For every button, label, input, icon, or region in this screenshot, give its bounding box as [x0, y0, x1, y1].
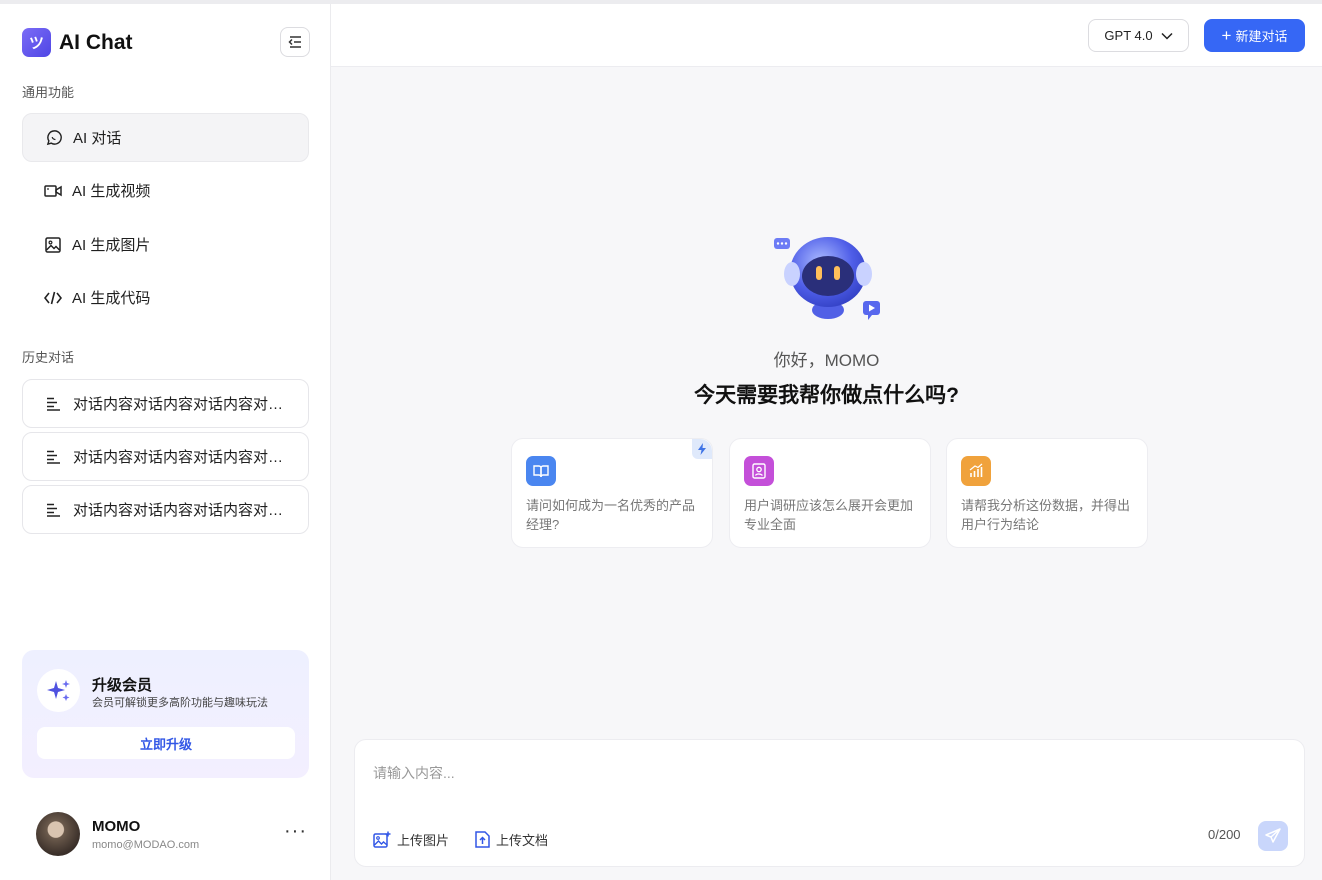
character-counter: 0/200	[1208, 827, 1241, 842]
user-email: momo@MODAO.com	[92, 838, 200, 851]
message-composer: 上传图片 上传文档 0/200	[354, 739, 1305, 867]
avatar	[36, 812, 80, 856]
upgrade-now-button[interactable]: 立即升级	[37, 727, 295, 759]
file-upload-icon	[475, 831, 490, 848]
suggestion-text: 请问如何成为一名优秀的产品经理?	[526, 498, 696, 532]
upload-image-button[interactable]: 上传图片	[373, 830, 449, 849]
sidebar-item-ai-image[interactable]: AI 生成图片	[22, 220, 309, 269]
model-select-value: GPT 4.0	[1104, 28, 1153, 43]
suggestion-card[interactable]: 请问如何成为一名优秀的产品经理?	[511, 438, 713, 548]
section-label-history: 历史对话	[22, 350, 75, 365]
suggestion-text: 用户调研应该怎么展开会更加专业全面	[744, 498, 914, 532]
upload-image-label: 上传图片	[397, 833, 450, 848]
more-options-button[interactable]: ···	[284, 821, 307, 841]
collapse-sidebar-button[interactable]	[280, 27, 310, 57]
history-item-label: 对话内容对话内容对话内容对话内容对话内容	[73, 502, 295, 519]
history-item[interactable]: 对话内容对话内容对话内容对话内容对话内容	[22, 485, 309, 534]
brand: ツ AI Chat	[22, 28, 133, 57]
top-header: GPT 4.0 + 新建对话	[331, 4, 1322, 67]
chevron-down-icon	[1161, 32, 1173, 40]
sidebar-item-label: AI 对话	[73, 130, 122, 147]
image-upload-icon	[373, 831, 391, 848]
send-button[interactable]	[1258, 821, 1288, 851]
user-profile[interactable]: MOMO momo@MODAO.com	[36, 812, 199, 856]
collapse-menu-icon	[288, 36, 301, 48]
plus-icon: +	[1221, 26, 1232, 45]
sparkle-icon	[37, 669, 80, 712]
user-name: MOMO	[92, 817, 141, 835]
image-icon	[44, 236, 62, 254]
history-item-label: 对话内容对话内容对话内容对话内容对话内容	[73, 396, 295, 413]
greeting-text: 你好，MOMO	[773, 351, 880, 370]
text-lines-icon	[45, 501, 63, 519]
history-item[interactable]: 对话内容对话内容对话内容对话内容对话内容	[22, 379, 309, 428]
upload-document-label: 上传文档	[496, 833, 549, 848]
message-input[interactable]	[373, 760, 1273, 786]
sidebar-item-ai-chat[interactable]: AI 对话	[22, 113, 309, 162]
welcome-question: 今天需要我帮你做点什么吗?	[694, 384, 959, 407]
upload-document-button[interactable]: 上传文档	[475, 830, 548, 849]
sidebar: ツ AI Chat 通用功能 AI 对话 AI 生成视频 AI 生成图片 AI	[0, 4, 331, 880]
bar-chart-icon	[961, 456, 991, 486]
sidebar-item-ai-code[interactable]: AI 生成代码	[22, 273, 309, 322]
text-lines-icon	[45, 448, 63, 466]
book-icon	[526, 456, 556, 486]
model-select[interactable]: GPT 4.0	[1088, 19, 1189, 52]
sidebar-item-label: AI 生成视频	[72, 183, 151, 200]
main-area: GPT 4.0 + 新建对话 你好，MOMO 今天需要我帮你做点什么吗? 请问如…	[331, 4, 1322, 880]
app-logo: ツ	[22, 28, 51, 57]
upgrade-card: 升级会员 会员可解锁更多高阶功能与趣味玩法 立即升级	[22, 650, 309, 778]
suggestion-text: 请帮我分析这份数据，并得出用户行为结论	[961, 498, 1131, 532]
new-chat-label: 新建对话	[1235, 29, 1288, 44]
history-item-label: 对话内容对话内容对话内容对话内容对话内容	[73, 449, 295, 466]
send-icon	[1265, 828, 1281, 843]
new-chat-button[interactable]: + 新建对话	[1204, 19, 1305, 52]
video-camera-icon	[44, 182, 62, 200]
text-lines-icon	[45, 395, 63, 413]
suggestion-card[interactable]: 用户调研应该怎么展开会更加专业全面	[729, 438, 931, 548]
lightning-icon	[692, 439, 712, 459]
sidebar-item-label: AI 生成代码	[72, 290, 151, 307]
upgrade-subtitle: 会员可解锁更多高阶功能与趣味玩法	[92, 697, 268, 709]
profile-card-icon	[744, 456, 774, 486]
sidebar-item-label: AI 生成图片	[72, 237, 151, 254]
chat-bubble-icon	[45, 129, 63, 147]
upgrade-title: 升级会员	[92, 677, 153, 694]
code-icon	[44, 289, 62, 307]
section-label-general: 通用功能	[22, 85, 75, 100]
history-item[interactable]: 对话内容对话内容对话内容对话内容对话内容	[22, 432, 309, 481]
suggestion-card[interactable]: 请帮我分析这份数据，并得出用户行为结论	[946, 438, 1148, 548]
app-title: AI Chat	[59, 30, 133, 54]
robot-mascot	[772, 230, 884, 324]
sidebar-item-ai-video[interactable]: AI 生成视频	[22, 166, 309, 215]
